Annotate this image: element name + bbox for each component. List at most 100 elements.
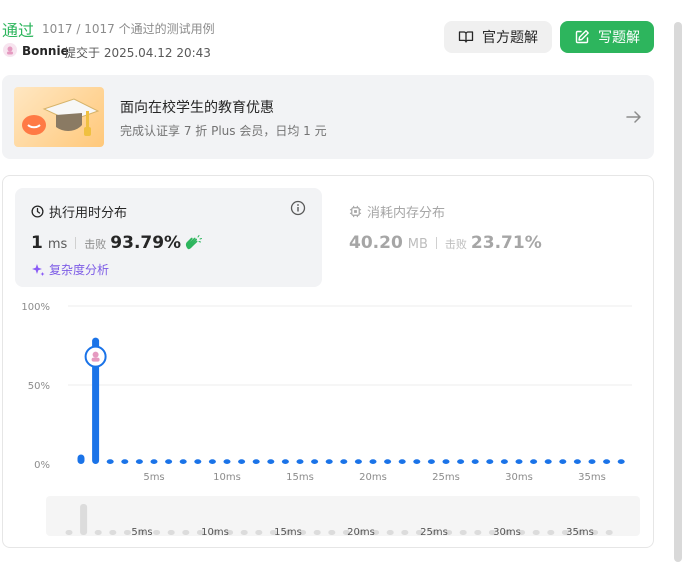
sparkle-icon [32, 263, 45, 276]
promo-title: 面向在校学生的教育优惠 [120, 100, 274, 116]
runtime-bar[interactable] [106, 459, 114, 464]
runtime-bar[interactable] [427, 459, 435, 464]
education-promo-banner[interactable]: 面向在校学生的教育优惠 完成认证享 7 折 Plus 会员，日均 1 元 [2, 75, 654, 159]
runtime-bar[interactable] [121, 459, 129, 464]
runtime-bar[interactable] [267, 459, 275, 464]
chart-range-navigator[interactable]: 5ms 10ms 15ms 20ms 25ms 30ms 35ms [46, 496, 640, 538]
y-tick-label: 50% [28, 381, 50, 392]
runtime-bar[interactable] [559, 459, 567, 464]
runtime-bar[interactable] [135, 459, 143, 464]
runtime-bar[interactable] [413, 459, 421, 464]
memory-number: 40.20 [349, 233, 403, 253]
vertical-scrollbar[interactable] [674, 22, 682, 562]
navigator-bar [167, 530, 175, 535]
write-solution-label: 写题解 [598, 30, 640, 46]
official-solution-button[interactable]: 官方题解 [444, 21, 552, 53]
runtime-bar[interactable] [311, 459, 319, 464]
navigator-bar [65, 530, 73, 535]
navigator-bar [153, 530, 161, 535]
user-submission-marker[interactable] [84, 345, 107, 368]
graduation-cap-illustration [14, 87, 104, 147]
passed-testcases: 1017 / 1017 个通过的测试用例 [42, 22, 215, 36]
memory-title[interactable]: 消耗内存分布 [349, 202, 445, 221]
navigator-mini-chart[interactable]: 5ms 10ms 15ms 20ms 25ms 30ms 35ms [46, 496, 640, 538]
runtime-bar[interactable] [530, 459, 538, 464]
runtime-bar[interactable] [296, 459, 304, 464]
runtime-bar[interactable] [150, 459, 158, 464]
info-icon[interactable] [290, 200, 306, 216]
runtime-bar[interactable] [354, 459, 362, 464]
complexity-analysis-link[interactable]: 复杂度分析 [31, 261, 109, 278]
navigator-tick-label: 30ms [493, 527, 521, 536]
runtime-bar[interactable] [588, 459, 596, 464]
runtime-bar[interactable] [165, 459, 173, 464]
divider [75, 237, 77, 249]
runtime-bar[interactable] [486, 459, 494, 464]
divider [435, 237, 437, 249]
graduation-cap-icon [22, 98, 100, 136]
runtime-bar[interactable] [544, 459, 552, 464]
navigator-tick-label: 5ms [131, 527, 152, 536]
runtime-bar[interactable] [223, 459, 231, 464]
runtime-bar[interactable] [442, 459, 450, 464]
runtime-beats-label: 击败 [84, 238, 107, 251]
memory-value: 40.20 MB 击败 23.71% [349, 233, 542, 253]
runtime-title: 执行用时分布 [31, 202, 127, 221]
runtime-bar[interactable] [194, 459, 202, 464]
book-icon [458, 31, 474, 43]
runtime-bar[interactable] [398, 459, 406, 464]
username[interactable]: Bonnie [22, 44, 69, 58]
navigator-bar [123, 530, 131, 535]
avatar[interactable] [3, 43, 17, 57]
user-avatar-icon [7, 46, 13, 55]
chip-icon [349, 205, 362, 218]
complexity-label: 复杂度分析 [49, 263, 110, 277]
clock-icon [31, 205, 44, 218]
navigator-bar [474, 530, 482, 535]
runtime-bar[interactable] [208, 459, 216, 464]
memory-beats-label: 击败 [444, 238, 467, 251]
runtime-unit: ms [47, 237, 68, 252]
arrow-right-icon[interactable] [624, 107, 644, 127]
runtime-value: 1 ms 击败 93.79% [31, 233, 203, 253]
navigator-bar [313, 530, 321, 535]
navigator-tick-label: 25ms [420, 527, 448, 536]
navigator-bar [386, 530, 394, 535]
navigator-tick-label: 15ms [274, 527, 302, 536]
runtime-title-text: 执行用时分布 [49, 206, 128, 221]
runtime-bar[interactable] [457, 459, 465, 464]
write-solution-button[interactable]: 写题解 [560, 21, 654, 53]
memory-title-text: 消耗内存分布 [367, 206, 446, 221]
runtime-bar[interactable] [281, 459, 289, 464]
x-tick-label: 35ms [578, 472, 606, 483]
runtime-beats-percent: 93.79% [110, 233, 182, 253]
runtime-bar[interactable] [573, 459, 581, 464]
runtime-bar[interactable] [340, 459, 348, 464]
navigator-bar [255, 530, 263, 535]
runtime-card[interactable]: 执行用时分布 1 ms 击败 93.79% 复杂度分析 [15, 188, 322, 287]
runtime-bar[interactable] [603, 459, 611, 464]
runtime-bar[interactable] [515, 459, 523, 464]
navigator-bar [547, 530, 555, 535]
runtime-bar[interactable] [77, 454, 85, 464]
runtime-bar[interactable] [179, 459, 187, 464]
runtime-bar[interactable] [617, 459, 625, 464]
submitted-time: 提交于 2025.04.12 20:43 [64, 46, 211, 60]
runtime-bar[interactable] [500, 459, 508, 464]
x-tick-label: 10ms [213, 472, 241, 483]
runtime-bar[interactable] [369, 459, 377, 464]
x-tick-label: 5ms [143, 472, 164, 483]
x-tick-label: 15ms [286, 472, 314, 483]
navigator-bar [109, 530, 117, 535]
runtime-bar[interactable] [471, 459, 479, 464]
runtime-bar[interactable] [238, 459, 246, 464]
x-tick-label: 20ms [359, 472, 387, 483]
runtime-distribution-chart[interactable]: 0% 50% 100% 5ms 10ms 15ms 20ms 25ms 30ms 35ms [0, 295, 660, 495]
runtime-bar[interactable] [325, 459, 333, 464]
memory-beats-percent: 23.71% [470, 233, 542, 253]
runtime-bar[interactable] [384, 459, 392, 464]
runtime-bar[interactable] [252, 459, 260, 464]
memory-unit: MB [407, 237, 428, 252]
x-tick-label: 30ms [505, 472, 533, 483]
navigator-bar [80, 504, 88, 535]
